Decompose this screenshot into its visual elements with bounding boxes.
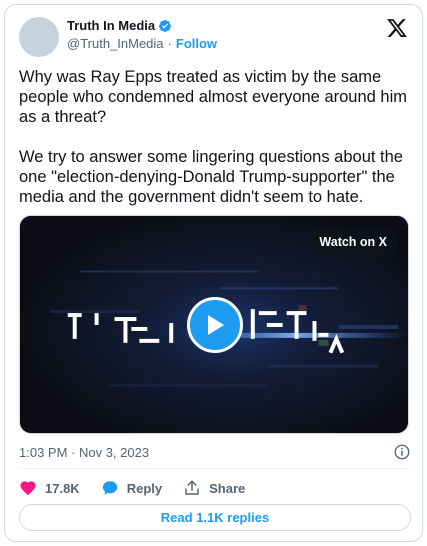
tweet-card: Truth In Media @Truth_InMedia · Follow W… xyxy=(4,4,423,542)
share-label: Share xyxy=(209,480,246,496)
like-count: 17.8K xyxy=(45,480,80,496)
divider xyxy=(19,468,411,469)
follow-button[interactable]: Follow xyxy=(176,36,217,51)
x-logo-icon[interactable] xyxy=(386,17,408,39)
video-player[interactable]: Watch on X xyxy=(19,215,409,434)
reply-button[interactable]: Reply xyxy=(101,479,162,497)
author-name[interactable]: Truth In Media xyxy=(67,18,172,33)
verified-badge-icon xyxy=(159,19,172,32)
timestamp-row: 1:03 PM · Nov 3, 2023 xyxy=(19,442,411,462)
handle-row: @Truth_InMedia · Follow xyxy=(67,36,217,51)
info-icon[interactable] xyxy=(393,443,411,461)
tweet-timestamp[interactable]: 1:03 PM · Nov 3, 2023 xyxy=(19,445,149,460)
like-button[interactable]: 17.8K xyxy=(19,479,80,497)
share-button[interactable]: Share xyxy=(183,479,245,497)
heart-icon xyxy=(20,481,36,496)
play-icon xyxy=(208,315,224,335)
watch-on-x-button[interactable]: Watch on X xyxy=(308,228,398,256)
dot-separator: · xyxy=(167,36,172,51)
author-name-text: Truth In Media xyxy=(67,18,156,33)
speech-bubble-icon xyxy=(102,481,117,495)
tweet-paragraph: We try to answer some lingering question… xyxy=(19,148,403,206)
read-replies-button[interactable]: Read 1.1K replies xyxy=(19,504,411,531)
avatar[interactable] xyxy=(19,17,59,57)
tweet-text: Why was Ray Epps treated as victim by th… xyxy=(19,67,411,207)
tweet-paragraph: Why was Ray Epps treated as victim by th… xyxy=(19,68,407,126)
action-bar: 17.8K Reply Share xyxy=(19,477,266,499)
author-handle[interactable]: @Truth_InMedia xyxy=(67,36,164,51)
play-button[interactable] xyxy=(187,297,243,353)
reply-label: Reply xyxy=(126,480,163,496)
share-icon xyxy=(185,480,199,495)
